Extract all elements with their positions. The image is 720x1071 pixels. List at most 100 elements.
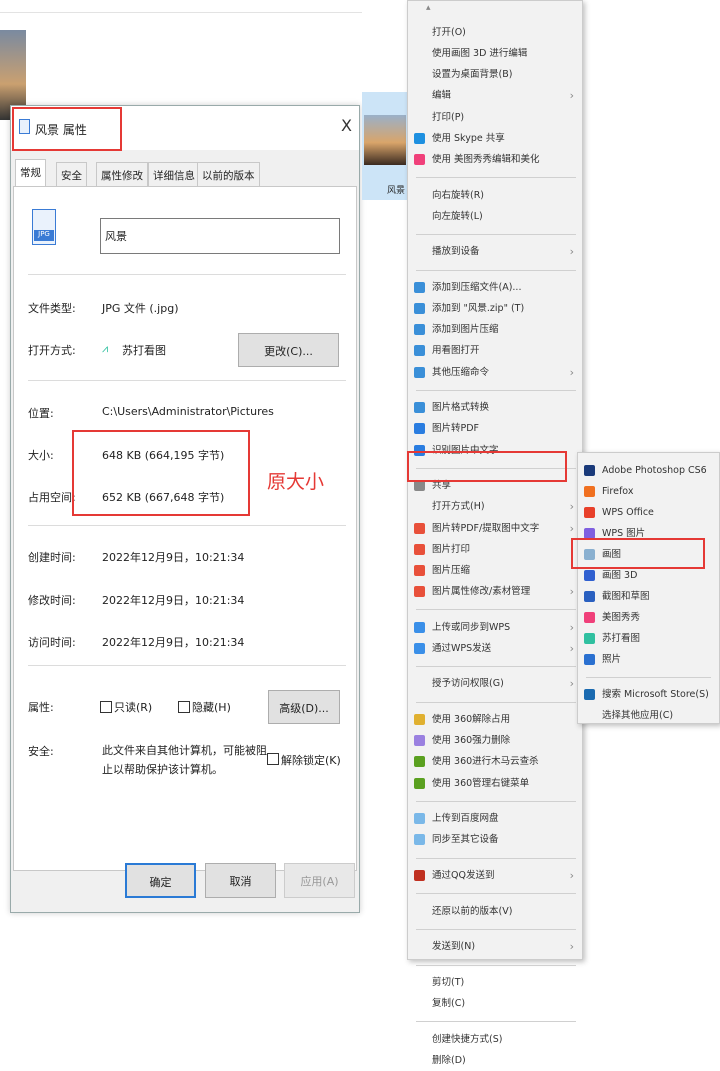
app-icon — [414, 153, 425, 165]
menu-item[interactable]: 添加到压缩文件(A)... — [408, 277, 582, 298]
tab-previous-versions[interactable]: 以前的版本 — [197, 162, 260, 186]
app-icon — [414, 423, 425, 435]
menu-item[interactable]: 还原以前的版本(V) — [408, 901, 582, 922]
tab-details[interactable]: 详细信息 — [148, 162, 200, 186]
menu-item[interactable]: 照片 — [578, 649, 719, 670]
app-icon — [414, 303, 425, 315]
menu-item-label: 使用画图 3D 进行编辑 — [432, 48, 528, 60]
ok-button[interactable]: 确定 — [125, 863, 196, 898]
app-icon — [414, 714, 425, 726]
menu-item[interactable]: 添加到 "风景.zip" (T) — [408, 298, 582, 319]
security-label: 安全: — [28, 745, 54, 758]
menu-item[interactable]: 向右旋转(R) — [408, 185, 582, 206]
change-button[interactable]: 更改(C)... — [238, 333, 339, 367]
menu-item[interactable]: 其他压缩命令 › — [408, 362, 582, 383]
app-icon — [414, 402, 425, 414]
menu-item[interactable]: 图片格式转换 — [408, 397, 582, 418]
menu-item[interactable]: Adobe Photoshop CS6 — [578, 460, 719, 481]
app-icon — [414, 585, 425, 597]
menu-item-label: 截图和草图 — [602, 591, 650, 602]
menu-separator — [416, 964, 576, 966]
menu-item[interactable]: 图片转PDF — [408, 418, 582, 439]
menu-item[interactable]: 搜索 Microsoft Store(S) — [578, 684, 719, 705]
menu-item-label: 苏打看图 — [602, 633, 641, 644]
menu-item[interactable]: 苏打看图 — [578, 628, 719, 649]
menu-item[interactable]: 图片打印 — [408, 539, 582, 560]
menu-item[interactable]: 使用 Skype 共享 — [408, 128, 582, 149]
menu-item[interactable]: 添加到图片压缩 — [408, 319, 582, 340]
menu-item[interactable]: 上传到百度网盘 — [408, 808, 582, 829]
menu-item[interactable]: 选择其他应用(C) — [578, 705, 719, 726]
menu-item-label: 同步至其它设备 — [432, 834, 499, 846]
menu-item[interactable]: WPS Office — [578, 502, 719, 523]
chevron-right-icon: › — [569, 584, 574, 598]
menu-item[interactable]: 发送到(N) › — [408, 936, 582, 957]
menu-item[interactable]: 编辑 › — [408, 85, 582, 106]
app-icon — [414, 564, 425, 576]
menu-item[interactable]: 图片属性修改/素材管理 › — [408, 581, 582, 602]
menu-item[interactable]: 删除(D) — [408, 1050, 582, 1071]
menu-item[interactable]: 打开(O) — [408, 22, 582, 43]
menu-item-label: 使用 Skype 共享 — [432, 132, 505, 144]
menu-separator — [416, 390, 576, 391]
menu-item[interactable]: 使用画图 3D 进行编辑 — [408, 43, 582, 64]
close-button[interactable]: X — [341, 116, 352, 135]
menu-item[interactable]: 通过QQ发送到 › — [408, 865, 582, 886]
filename-input[interactable]: 风景 — [100, 218, 340, 254]
tab-general[interactable]: 常规 — [15, 159, 46, 187]
hidden-checkbox[interactable] — [178, 701, 190, 713]
tab-security[interactable]: 安全 — [56, 162, 87, 186]
menu-item-label: 上传到百度网盘 — [432, 813, 499, 825]
menu-item[interactable]: 授予访问权限(G) › — [408, 673, 582, 694]
chevron-right-icon: › — [569, 940, 574, 954]
menu-separator — [416, 609, 576, 611]
menu-item[interactable]: 使用 360强力删除 — [408, 730, 582, 751]
cancel-button[interactable]: 取消 — [205, 863, 276, 898]
menu-item[interactable]: 用看图打开 — [408, 340, 582, 361]
menu-item-label: 美图秀秀 — [602, 612, 641, 623]
unblock-checkbox[interactable] — [267, 753, 279, 765]
menu-item[interactable]: 上传或同步到WPS › — [408, 617, 582, 638]
menu-item[interactable]: 创建快捷方式(S) — [408, 1029, 582, 1050]
menu-item[interactable]: 通过WPS发送 › — [408, 638, 582, 659]
menu-item[interactable]: 截图和草图 — [578, 586, 719, 607]
menu-item-label: 打开方式(H) — [432, 501, 485, 513]
menu-item[interactable]: 使用 360解除占用 — [408, 709, 582, 730]
menu-item[interactable]: 美图秀秀 — [578, 607, 719, 628]
menu-item[interactable]: 剪切(T) — [408, 972, 582, 993]
menu-item[interactable]: 设置为桌面背景(B) — [408, 64, 582, 85]
menu-item[interactable]: 使用 360进行木马云查杀 — [408, 751, 582, 772]
menu-item-label: 使用 360强力删除 — [432, 735, 511, 747]
apply-button[interactable]: 应用(A) — [284, 863, 355, 898]
menu-item-label: 选择其他应用(C) — [602, 710, 674, 721]
menu-item-label: 图片压缩 — [432, 564, 471, 576]
advanced-button[interactable]: 高级(D)... — [268, 690, 340, 724]
chevron-right-icon: › — [569, 641, 574, 655]
app-icon — [584, 654, 595, 665]
paint-highlight-box — [571, 538, 705, 569]
general-panel: JPG 风景 文件类型: JPG 文件 (.jpg) 打开方式: ⩘ 苏打看图 … — [13, 186, 357, 871]
readonly-checkbox[interactable] — [100, 701, 112, 713]
menu-item[interactable]: 打印(P) — [408, 107, 582, 128]
menu-item[interactable]: 图片转PDF/提取图中文字 › — [408, 518, 582, 539]
scroll-up-icon[interactable]: ▴ — [426, 3, 431, 13]
security-text: 此文件来自其他计算机，可能被阻止以帮助保护该计算机。 — [102, 744, 267, 776]
menu-item[interactable]: 同步至其它设备 — [408, 829, 582, 850]
menu-separator — [416, 929, 576, 930]
menu-item[interactable]: 播放到设备 › — [408, 241, 582, 262]
app-icon — [584, 633, 595, 644]
menu-item[interactable]: 复制(C) — [408, 993, 582, 1014]
app-icon — [584, 570, 595, 581]
app-icon — [584, 612, 595, 623]
menu-item[interactable]: 打开方式(H) › — [408, 496, 582, 517]
tab-attribute-edit[interactable]: 属性修改 — [96, 162, 148, 186]
menu-item-label: 通过WPS发送 — [432, 642, 492, 654]
menu-separator — [416, 800, 576, 802]
menu-item[interactable]: 使用 美图秀秀编辑和美化 — [408, 149, 582, 170]
menu-item[interactable]: Firefox — [578, 481, 719, 502]
menu-item[interactable]: 使用 360管理右键菜单 — [408, 773, 582, 794]
menu-item[interactable]: 向左旋转(L) — [408, 206, 582, 227]
menu-item[interactable]: 图片压缩 — [408, 560, 582, 581]
menu-item-label: 打开(O) — [432, 27, 466, 38]
menu-item-label: 图片格式转换 — [432, 402, 490, 414]
